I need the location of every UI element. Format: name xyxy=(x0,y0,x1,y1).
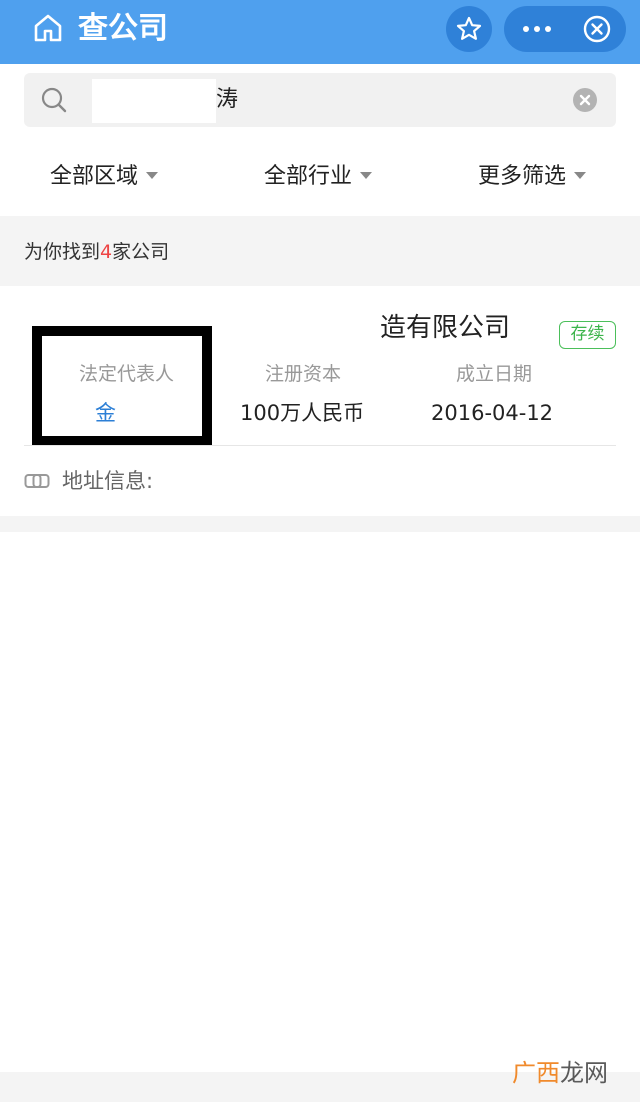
status-badge: 存续 xyxy=(559,321,616,349)
company-card[interactable]: 造有限公司 存续 法定代表人 金 注册资本 100万人民币 成立日期 2016-… xyxy=(0,286,640,516)
search-section: 涛 xyxy=(0,64,640,138)
close-button[interactable] xyxy=(574,6,620,52)
redaction-mask xyxy=(92,79,216,123)
result-summary: 为你找到4家公司 xyxy=(0,216,640,286)
section-separator xyxy=(0,516,640,532)
home-icon[interactable] xyxy=(32,12,64,44)
filter-bar: 全部区域 全部行业 更多筛选 xyxy=(0,138,640,216)
capital-label: 注册资本 xyxy=(265,363,342,385)
top-bar: 查公司 xyxy=(0,0,640,64)
divider xyxy=(24,445,616,446)
filter-region[interactable]: 全部区域 xyxy=(50,162,159,192)
star-icon xyxy=(456,16,482,40)
dropdown-caret-icon xyxy=(360,171,373,179)
result-count: 4 xyxy=(100,241,113,263)
result-count-text: 为你找到4家公司 xyxy=(24,241,170,263)
capital-value: 100万人民币 xyxy=(240,401,365,425)
dropdown-caret-icon xyxy=(146,171,159,179)
filter-industry[interactable]: 全部行业 xyxy=(264,162,373,192)
more-button[interactable] xyxy=(504,6,570,52)
more-icon xyxy=(523,26,529,32)
clear-icon[interactable] xyxy=(572,87,598,113)
founded-date-label: 成立日期 xyxy=(456,363,533,385)
mini-program-capsule xyxy=(504,6,626,52)
search-input[interactable]: 涛 xyxy=(24,73,616,127)
address-label: 地址信息: xyxy=(62,469,154,493)
watermark-logo: 广西龙网 xyxy=(512,1059,608,1087)
address-icon xyxy=(24,474,50,488)
founded-date-value: 2016-04-12 xyxy=(431,401,554,425)
favorite-button[interactable] xyxy=(446,6,492,52)
company-name[interactable]: 造有限公司 xyxy=(380,312,510,344)
redaction-box xyxy=(32,326,212,446)
dropdown-caret-icon xyxy=(574,171,587,179)
search-icon xyxy=(41,87,67,113)
app-title: 查公司 xyxy=(78,11,168,46)
filter-more[interactable]: 更多筛选 xyxy=(478,162,587,192)
close-circle-icon xyxy=(583,15,611,43)
